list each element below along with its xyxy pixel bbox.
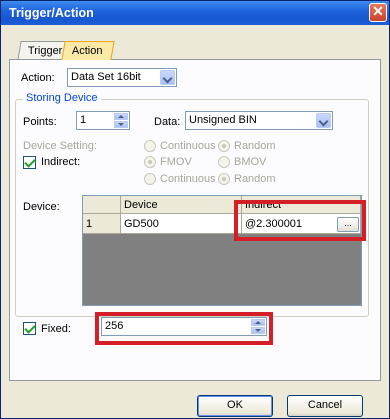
tab-action[interactable]: Action [61, 41, 115, 60]
device-label: Device: [23, 201, 60, 213]
radio-random-1-label: Random [234, 140, 276, 152]
tab-trigger[interactable]: Trigger [17, 41, 67, 60]
radio-random-2[interactable] [218, 173, 230, 185]
close-icon[interactable]: ✕ [369, 3, 387, 22]
chevron-down-icon[interactable] [160, 70, 175, 85]
spin-up-icon[interactable] [114, 113, 128, 120]
radio-continuous-2[interactable] [144, 173, 156, 185]
radio-fmov-label: FMOV [160, 156, 192, 168]
radio-random-1[interactable] [218, 140, 230, 152]
radio-random-2-label: Random [234, 173, 276, 185]
cancel-button[interactable]: Cancel [287, 395, 363, 417]
highlight-fixed [95, 312, 273, 345]
cell-device[interactable]: GD500 [121, 214, 242, 234]
fixed-label: Fixed: [41, 323, 71, 335]
window-title: Trigger/Action [9, 6, 94, 20]
storing-device-title: Storing Device [23, 92, 101, 104]
column-header-device[interactable]: Device [121, 196, 242, 214]
data-select-value: Unsigned BIN [189, 114, 257, 126]
ok-button[interactable]: OK [197, 395, 273, 417]
fixed-checkbox[interactable] [23, 322, 36, 335]
spin-down-icon[interactable] [114, 121, 128, 128]
radio-bmov-label: BMOV [234, 156, 267, 168]
title-bar: Trigger/Action ✕ [1, 1, 389, 25]
points-label: Points: [23, 116, 57, 128]
radio-continuous-2-label: Continuous [160, 173, 216, 185]
radio-bmov[interactable] [218, 156, 230, 168]
indirect-checkbox[interactable] [23, 156, 36, 169]
action-select-value: Data Set 16bit [71, 71, 141, 83]
data-label: Data: [154, 116, 181, 128]
trigger-action-dialog: Trigger/Action ✕ Trigger Action Action: … [0, 0, 390, 419]
action-label: Action: [21, 72, 55, 84]
chevron-down-icon[interactable] [316, 113, 331, 128]
row-index: 1 [83, 214, 121, 234]
radio-continuous-1-label: Continuous [160, 140, 216, 152]
radio-continuous-1[interactable] [144, 140, 156, 152]
data-select[interactable]: Unsigned BIN [185, 111, 333, 130]
highlight-indirect [234, 200, 366, 241]
radio-fmov[interactable] [144, 156, 156, 168]
indirect-label: Indirect: [41, 156, 81, 168]
points-stepper[interactable]: 1 [76, 111, 130, 130]
action-select[interactable]: Data Set 16bit [67, 68, 177, 87]
points-value: 1 [80, 114, 87, 126]
device-setting-label: Device Setting: [23, 140, 97, 152]
table-corner-header [83, 196, 121, 214]
